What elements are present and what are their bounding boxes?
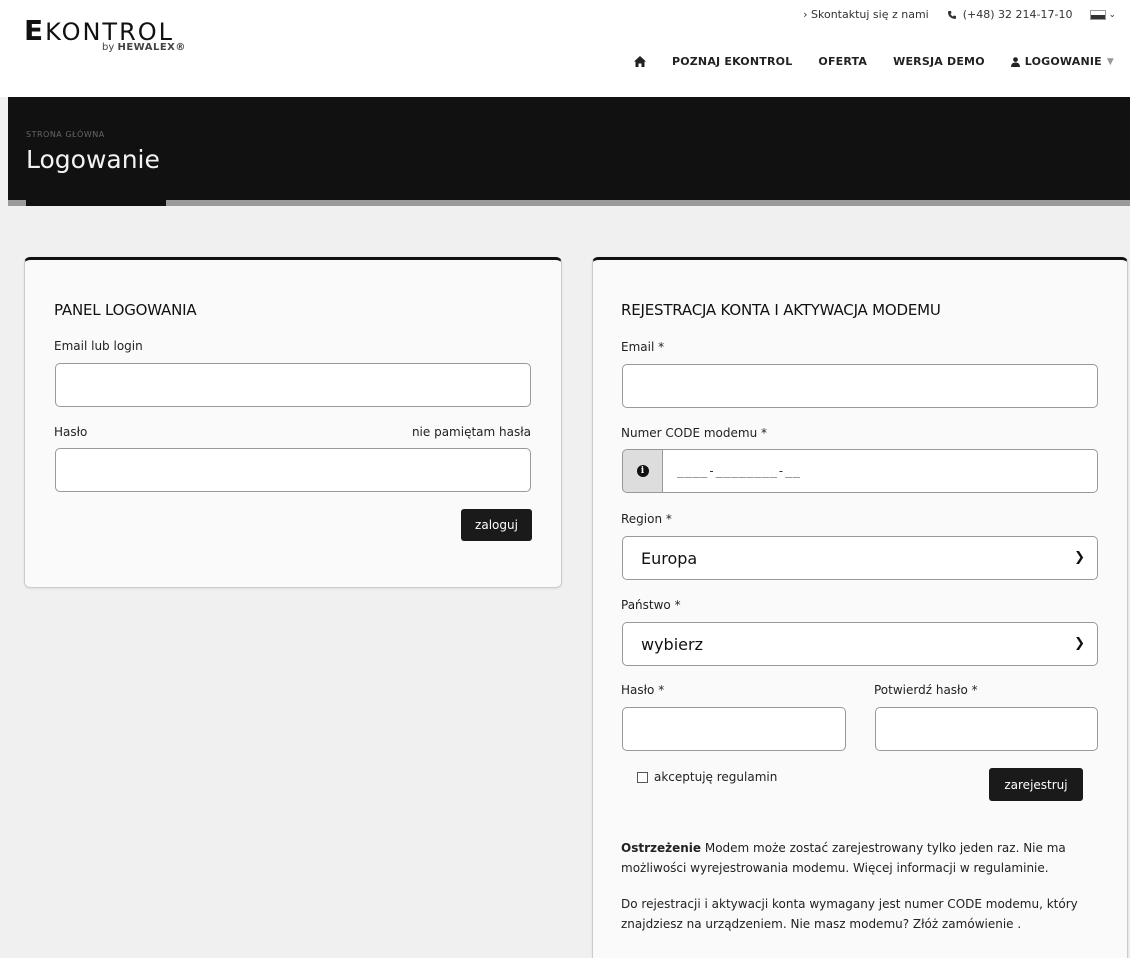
register-button[interactable]: zarejestruj (989, 768, 1083, 801)
forgot-password-link[interactable]: nie pamiętam hasła (412, 425, 531, 439)
modem-code-input[interactable]: ____-________-__ (662, 449, 1098, 493)
phone-icon (947, 10, 956, 19)
region-select-value: Europa (641, 548, 698, 568)
register-password-input[interactable] (622, 707, 846, 751)
login-password-label: Hasło (54, 425, 88, 439)
login-email-label: Email lub login (54, 339, 143, 353)
terms-checkbox-row[interactable]: akceptuję regulamin (637, 770, 777, 784)
nav-logowanie-label: LOGOWANIE (1024, 55, 1102, 68)
ekontrol-logo[interactable]: EKONTROL by HEWALEX® (24, 14, 185, 53)
nav-oferta[interactable]: OFERTA (818, 55, 867, 68)
country-select-value: wybierz (641, 634, 703, 654)
login-email-input[interactable] (55, 363, 531, 407)
site-header: EKONTROL by HEWALEX® › Skontaktuj się z … (0, 0, 1130, 97)
region-select[interactable]: Europa ❯ (622, 536, 1098, 580)
modem-code-addon: i (622, 449, 662, 493)
phone-contact[interactable]: (+48) 32 214-17-10 (947, 8, 1073, 21)
confirm-password-label: Potwierdź hasło * (874, 683, 978, 697)
chevron-down-icon: ❯ (1074, 550, 1085, 565)
register-email-label: Email * (621, 340, 665, 354)
breadcrumb[interactable]: STRONA GŁÓWNA (26, 130, 105, 139)
chevron-down-icon: ❯ (1074, 636, 1085, 651)
nav-wersja-demo[interactable]: WERSJA DEMO (893, 55, 985, 68)
phone-number: (+48) 32 214-17-10 (962, 8, 1073, 21)
logo-tagline: by HEWALEX® (102, 42, 186, 53)
page-title: Logowanie (26, 145, 160, 174)
info-icon: i (636, 465, 649, 477)
page-title-band: STRONA GŁÓWNA Logowanie (8, 97, 1130, 203)
nav-logowanie[interactable]: LOGOWANIE ▼ (1010, 55, 1114, 68)
registration-panel-heading: REJESTRACJA KONTA I AKTYWACJA MODEMU (621, 301, 941, 319)
info-text: Do rejestracji i aktywacji konta wymagan… (621, 897, 1078, 931)
top-utility-bar: › Skontaktuj się z nami (+48) 32 214-17-… (803, 8, 1116, 21)
login-password-input[interactable] (55, 448, 531, 492)
caret-down-icon: ▼ (1106, 56, 1114, 67)
login-button[interactable]: zaloguj (461, 509, 532, 541)
register-password-label: Hasło * (621, 683, 665, 697)
warning-label: Ostrzeżenie (621, 841, 702, 855)
confirm-password-input[interactable] (875, 707, 1098, 751)
main-navigation: POZNAJ EKONTROL OFERTA WERSJA DEMO LOGOW… (633, 55, 1114, 68)
nav-home[interactable] (633, 56, 646, 67)
nav-poznaj-ekontrol[interactable]: POZNAJ EKONTROL (672, 55, 792, 68)
country-label: Państwo * (621, 598, 681, 612)
modem-code-field: i ____-________-__ (622, 449, 1098, 493)
login-panel-heading: PANEL LOGOWANIA (54, 301, 197, 319)
title-underline (8, 200, 1130, 206)
home-icon (633, 56, 646, 67)
title-underline-accent (26, 200, 166, 206)
country-select[interactable]: wybierz ❯ (622, 622, 1098, 666)
user-icon (1010, 56, 1020, 67)
registration-panel: REJESTRACJA KONTA I AKTYWACJA MODEMU Ema… (592, 257, 1128, 958)
language-selector[interactable]: ⌄ (1090, 9, 1116, 20)
warning-text: Ostrzeżenie Modem może zostać zarejestro… (621, 838, 1101, 878)
contact-link[interactable]: › Skontaktuj się z nami (803, 8, 929, 21)
terms-label: akceptuję regulamin (654, 770, 778, 784)
login-panel: PANEL LOGOWANIA Email lub login Hasło ni… (24, 257, 562, 588)
flag-icon (1090, 9, 1107, 20)
register-email-input[interactable] (622, 364, 1098, 408)
modem-code-label: Numer CODE modemu * (621, 426, 768, 440)
chevron-down-icon: ⌄ (1108, 9, 1116, 20)
region-label: Region * (621, 512, 672, 526)
terms-checkbox[interactable] (637, 771, 648, 783)
